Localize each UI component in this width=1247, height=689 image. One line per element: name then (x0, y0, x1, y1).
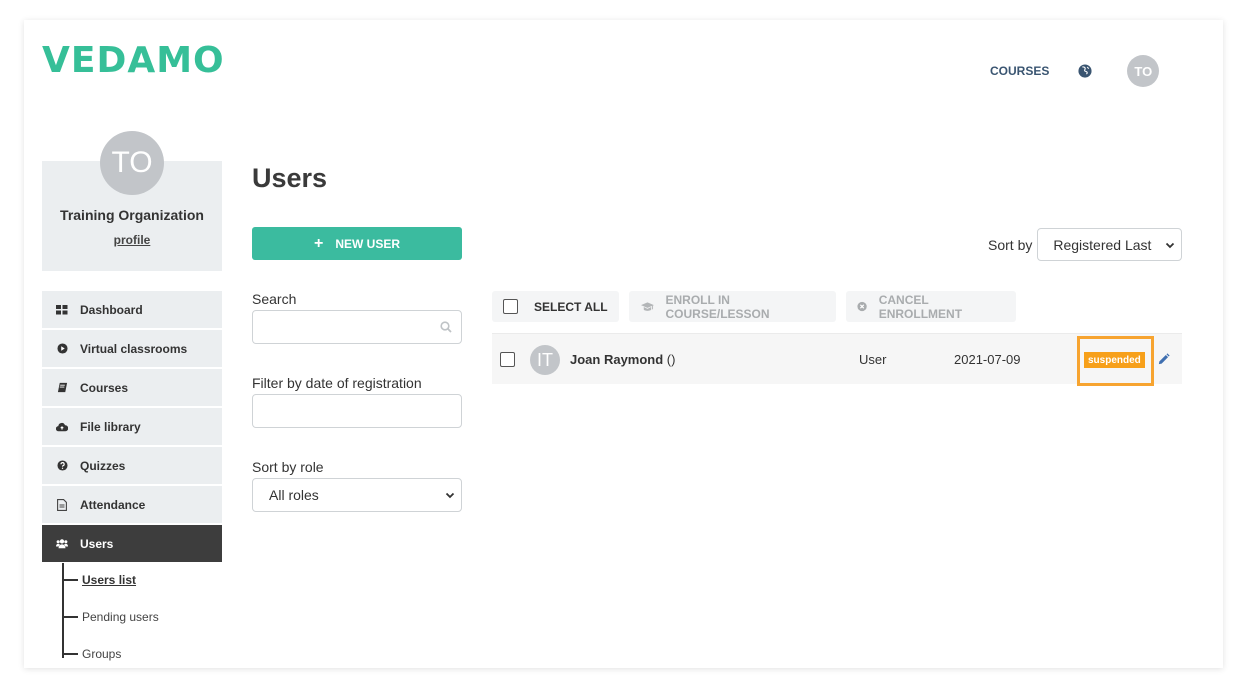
user-name-cell[interactable]: Joan Raymond () (570, 352, 675, 367)
user-row-checkbox[interactable] (500, 352, 515, 367)
chevron-down-icon (1166, 242, 1175, 249)
search-input[interactable] (252, 310, 462, 344)
sidebar-item-virtual-classrooms[interactable]: Virtual classrooms (42, 330, 222, 367)
sort-by-label: Sort by (988, 236, 1033, 253)
bulk-actions-toolbar: SELECT ALL ENROLL IN COURSE/LESSON CANCE… (492, 291, 1026, 322)
search-label: Search (252, 291, 297, 307)
sidebar-item-courses[interactable]: Courses (42, 369, 222, 406)
cancel-enrollment-label: CANCEL ENROLLMENT (878, 292, 963, 321)
document-icon (56, 498, 68, 511)
user-name-suffix: () (663, 352, 676, 367)
submenu-label: Users list (82, 573, 137, 587)
sidebar-item-label: Courses (80, 380, 129, 395)
sidebar-menu: Dashboard Virtual classrooms Courses Fil… (42, 291, 222, 564)
user-name: Joan Raymond (570, 352, 664, 367)
top-nav: COURSES TO (990, 55, 1160, 87)
sidebar-item-label: Users (80, 536, 114, 551)
search-icon (440, 321, 452, 333)
sidebar-item-quizzes[interactable]: Quizzes (42, 447, 222, 484)
submenu-label: Pending users (82, 610, 159, 624)
date-filter-label: Filter by date of registration (252, 375, 422, 391)
enroll-label: ENROLL IN COURSE/LESSON (665, 292, 770, 321)
user-avatar[interactable]: TO (1127, 55, 1160, 87)
user-registered-date: 2021-07-09 (954, 352, 1021, 367)
submenu-users-list[interactable]: Users list (62, 572, 136, 588)
users-icon (56, 538, 68, 550)
status-badge: suspended (1084, 352, 1145, 368)
cancel-enrollment-button[interactable]: CANCEL ENROLLMENT (845, 291, 1016, 322)
submenu-pending-users[interactable]: Pending users (62, 609, 159, 625)
sidebar-item-label: File library (80, 419, 141, 434)
submenu-label: Groups (82, 647, 122, 661)
play-circle-icon (56, 343, 68, 355)
user-avatar: IT (530, 345, 560, 375)
sidebar-item-label: Quizzes (80, 458, 126, 473)
user-role: User (859, 352, 887, 367)
sidebar-item-label: Dashboard (80, 302, 143, 317)
globe-icon[interactable] (1078, 64, 1092, 78)
sidebar-item-users[interactable]: Users (42, 525, 222, 562)
org-name: Training Organization (60, 207, 204, 223)
users-submenu: Users list Pending users Groups (62, 563, 222, 662)
dashboard-icon (56, 304, 68, 316)
user-row[interactable]: IT Joan Raymond () User 2021-07-09 suspe… (492, 333, 1182, 386)
sidebar-item-attendance[interactable]: Attendance (42, 486, 222, 523)
cloud-upload-icon (56, 421, 68, 433)
sort-by: Sort by Registered Last (988, 228, 1183, 261)
times-circle-icon (856, 301, 867, 312)
question-circle-icon (56, 460, 68, 472)
nav-courses-link[interactable]: COURSES (990, 64, 1049, 78)
select-all-checkbox[interactable] (503, 299, 518, 314)
role-select[interactable]: All roles (252, 478, 462, 512)
new-user-button[interactable]: + NEW USER (252, 227, 462, 260)
date-filter-input[interactable] (252, 394, 462, 428)
role-select-value: All roles (269, 487, 319, 503)
enroll-button[interactable]: ENROLL IN COURSE/LESSON (628, 291, 836, 322)
org-avatar: TO (100, 131, 164, 195)
pencil-icon[interactable] (1157, 353, 1170, 366)
sidebar-item-label: Virtual classrooms (80, 341, 188, 356)
plus-icon: + (313, 234, 324, 252)
sidebar-item-dashboard[interactable]: Dashboard (42, 291, 222, 328)
page-title: Users (252, 163, 328, 193)
sidebar-item-file-library[interactable]: File library (42, 408, 222, 445)
chevron-down-icon (445, 492, 455, 499)
profile-link[interactable]: profile (42, 233, 222, 247)
sort-select-value: Registered Last (1053, 236, 1152, 253)
new-user-label: NEW USER (335, 236, 400, 251)
graduation-cap-icon (640, 301, 654, 311)
vedamo-logo[interactable]: VEDAMO (42, 40, 225, 82)
book-icon (56, 382, 68, 394)
sort-by-select[interactable]: Registered Last (1037, 228, 1183, 261)
select-all-button[interactable]: SELECT ALL (492, 291, 619, 322)
sidebar-item-label: Attendance (80, 497, 146, 512)
submenu-groups[interactable]: Groups (62, 646, 121, 662)
role-sort-label: Sort by role (252, 459, 324, 475)
select-all-label: SELECT ALL (534, 299, 608, 314)
